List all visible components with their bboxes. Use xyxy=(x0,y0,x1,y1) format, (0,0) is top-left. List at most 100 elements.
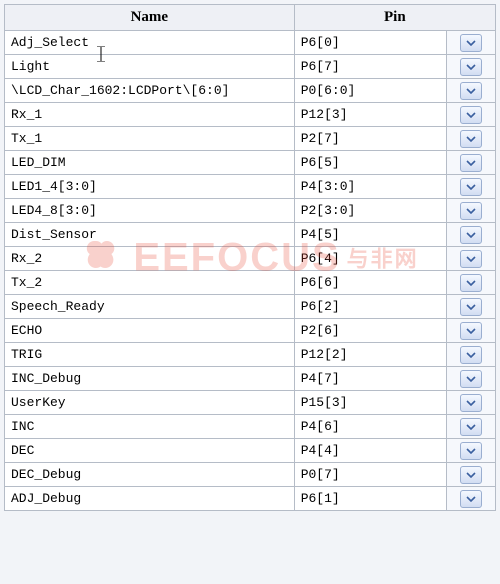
name-cell[interactable]: Speech_Ready xyxy=(5,295,295,319)
chevron-down-icon xyxy=(466,160,476,166)
name-cell[interactable]: UserKey xyxy=(5,391,295,415)
name-cell[interactable]: INC xyxy=(5,415,295,439)
pin-dropdown-button[interactable] xyxy=(460,346,482,364)
chevron-down-icon xyxy=(466,448,476,454)
name-cell[interactable]: ECHO xyxy=(5,319,295,343)
name-cell[interactable]: DEC_Debug xyxy=(5,463,295,487)
pin-dropdown-cell xyxy=(446,391,495,415)
pin-dropdown-button[interactable] xyxy=(460,322,482,340)
pin-cell[interactable]: P2[3:0] xyxy=(294,199,446,223)
pin-cell[interactable]: P12[3] xyxy=(294,103,446,127)
chevron-down-icon xyxy=(466,40,476,46)
pin-cell[interactable]: P6[5] xyxy=(294,151,446,175)
pin-dropdown-button[interactable] xyxy=(460,298,482,316)
chevron-down-icon xyxy=(466,472,476,478)
pin-cell[interactable]: P6[2] xyxy=(294,295,446,319)
name-cell[interactable]: Dist_Sensor xyxy=(5,223,295,247)
pin-dropdown-button[interactable] xyxy=(460,154,482,172)
pin-cell[interactable]: P6[7] xyxy=(294,55,446,79)
pin-dropdown-cell xyxy=(446,463,495,487)
pin-dropdown-button[interactable] xyxy=(460,106,482,124)
table-row: Adj_SelectP6[0] xyxy=(5,31,496,55)
chevron-down-icon xyxy=(466,304,476,310)
table-row: INCP4[6] xyxy=(5,415,496,439)
table-row: \LCD_Char_1602:LCDPort\[6:0]P0[6:0] xyxy=(5,79,496,103)
pin-cell[interactable]: P6[0] xyxy=(294,31,446,55)
pin-cell[interactable]: P4[5] xyxy=(294,223,446,247)
pin-dropdown-button[interactable] xyxy=(460,226,482,244)
column-header-name[interactable]: Name xyxy=(5,5,295,31)
pin-cell[interactable]: P6[6] xyxy=(294,271,446,295)
pin-dropdown-cell xyxy=(446,31,495,55)
table-row: Rx_2P6[4] xyxy=(5,247,496,271)
pin-dropdown-cell xyxy=(446,415,495,439)
column-header-pin[interactable]: Pin xyxy=(294,5,495,31)
pin-cell[interactable]: P4[4] xyxy=(294,439,446,463)
pin-cell[interactable]: P2[7] xyxy=(294,127,446,151)
table-row: Dist_SensorP4[5] xyxy=(5,223,496,247)
pin-dropdown-button[interactable] xyxy=(460,490,482,508)
pin-dropdown-button[interactable] xyxy=(460,250,482,268)
table-row: Speech_ReadyP6[2] xyxy=(5,295,496,319)
pin-dropdown-button[interactable] xyxy=(460,202,482,220)
chevron-down-icon xyxy=(466,112,476,118)
name-cell[interactable]: Light xyxy=(5,55,295,79)
pin-dropdown-cell xyxy=(446,199,495,223)
pin-dropdown-cell xyxy=(446,175,495,199)
pin-dropdown-button[interactable] xyxy=(460,178,482,196)
chevron-down-icon xyxy=(466,256,476,262)
chevron-down-icon xyxy=(466,496,476,502)
pin-dropdown-button[interactable] xyxy=(460,394,482,412)
table-row: UserKeyP15[3] xyxy=(5,391,496,415)
pin-dropdown-button[interactable] xyxy=(460,370,482,388)
table-row: Tx_1P2[7] xyxy=(5,127,496,151)
name-cell[interactable]: Tx_1 xyxy=(5,127,295,151)
name-cell[interactable]: TRIG xyxy=(5,343,295,367)
name-cell[interactable]: Tx_2 xyxy=(5,271,295,295)
pin-dropdown-button[interactable] xyxy=(460,418,482,436)
chevron-down-icon xyxy=(466,352,476,358)
pin-dropdown-button[interactable] xyxy=(460,274,482,292)
name-cell[interactable]: INC_Debug xyxy=(5,367,295,391)
chevron-down-icon xyxy=(466,64,476,70)
pin-cell[interactable]: P4[6] xyxy=(294,415,446,439)
chevron-down-icon xyxy=(466,232,476,238)
pin-assignment-table: Name Pin Adj_SelectP6[0]LightP6[7]\LCD_C… xyxy=(4,4,496,511)
pin-cell[interactable]: P2[6] xyxy=(294,319,446,343)
table-row: Tx_2P6[6] xyxy=(5,271,496,295)
pin-dropdown-button[interactable] xyxy=(460,466,482,484)
name-cell[interactable]: LED1_4[3:0] xyxy=(5,175,295,199)
pin-dropdown-button[interactable] xyxy=(460,58,482,76)
pin-dropdown-button[interactable] xyxy=(460,442,482,460)
pin-dropdown-cell xyxy=(446,127,495,151)
name-cell[interactable]: LED4_8[3:0] xyxy=(5,199,295,223)
pin-dropdown-cell xyxy=(446,487,495,511)
pin-dropdown-cell xyxy=(446,367,495,391)
table-row: Rx_1P12[3] xyxy=(5,103,496,127)
chevron-down-icon xyxy=(466,88,476,94)
pin-cell[interactable]: P6[4] xyxy=(294,247,446,271)
name-cell[interactable]: LED_DIM xyxy=(5,151,295,175)
pin-dropdown-button[interactable] xyxy=(460,82,482,100)
pin-dropdown-cell xyxy=(446,151,495,175)
table-row: LED1_4[3:0]P4[3:0] xyxy=(5,175,496,199)
name-cell[interactable]: Rx_2 xyxy=(5,247,295,271)
chevron-down-icon xyxy=(466,184,476,190)
pin-cell[interactable]: P15[3] xyxy=(294,391,446,415)
pin-dropdown-button[interactable] xyxy=(460,34,482,52)
pin-cell[interactable]: P12[2] xyxy=(294,343,446,367)
pin-dropdown-cell xyxy=(446,343,495,367)
pin-cell[interactable]: P0[6:0] xyxy=(294,79,446,103)
pin-cell[interactable]: P4[7] xyxy=(294,367,446,391)
name-cell[interactable]: \LCD_Char_1602:LCDPort\[6:0] xyxy=(5,79,295,103)
name-cell[interactable]: DEC xyxy=(5,439,295,463)
name-cell[interactable]: ADJ_Debug xyxy=(5,487,295,511)
pin-dropdown-button[interactable] xyxy=(460,130,482,148)
pin-cell[interactable]: P4[3:0] xyxy=(294,175,446,199)
pin-cell[interactable]: P0[7] xyxy=(294,463,446,487)
name-cell[interactable]: Rx_1 xyxy=(5,103,295,127)
name-cell[interactable]: Adj_Select xyxy=(5,31,295,55)
pin-cell[interactable]: P6[1] xyxy=(294,487,446,511)
table-row: ADJ_DebugP6[1] xyxy=(5,487,496,511)
pin-dropdown-cell xyxy=(446,247,495,271)
